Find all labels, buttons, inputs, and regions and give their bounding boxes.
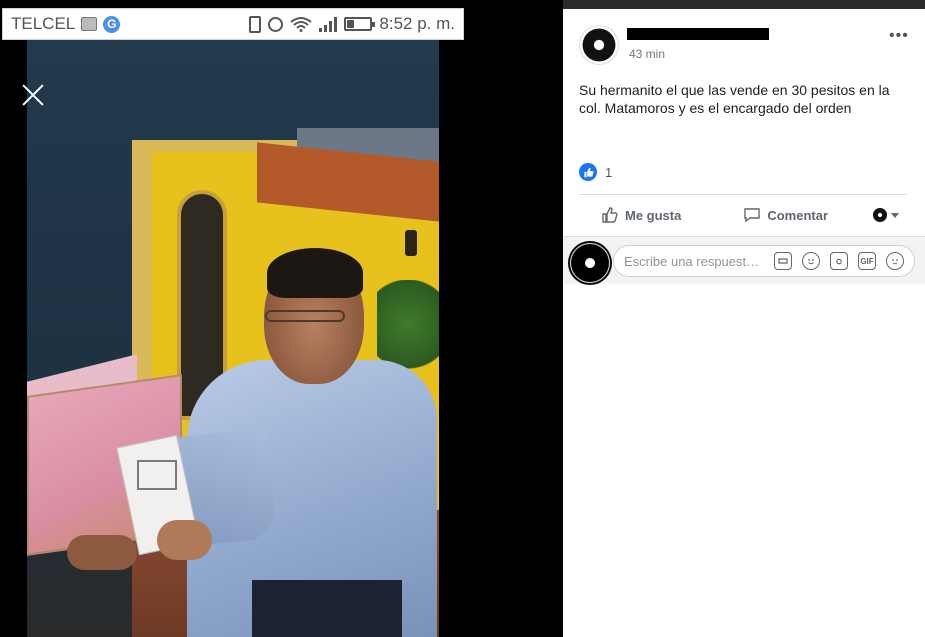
post-actions: Me gusta Comentar	[579, 199, 907, 231]
like-label: Me gusta	[625, 207, 682, 223]
thumbs-up-icon	[602, 207, 618, 223]
comment-placeholder: Escribe una respuest…	[624, 253, 760, 269]
sticker-face-icon[interactable]	[886, 252, 904, 270]
comment-composer: Escribe una respuest… GIF	[563, 236, 925, 285]
author-name-redacted[interactable]	[627, 28, 769, 40]
camera-icon[interactable]	[830, 252, 848, 270]
like-button[interactable]: Me gusta	[601, 206, 681, 224]
close-icon[interactable]	[20, 82, 46, 108]
comment-button[interactable]: Comentar	[743, 206, 828, 224]
reaction-summary[interactable]: 1	[579, 163, 612, 181]
comment-icon	[744, 208, 761, 223]
author-avatar[interactable]	[579, 25, 619, 65]
gif-icon[interactable]: GIF	[858, 252, 876, 270]
phone-status-bar: TELCEL G 8:52 p. m.	[2, 8, 464, 40]
post-timestamp[interactable]: 43 min	[629, 47, 665, 61]
reaction-count: 1	[605, 164, 613, 180]
google-icon: G	[103, 15, 121, 33]
chevron-down-icon	[891, 212, 899, 218]
sticker-icon[interactable]	[774, 252, 792, 270]
wifi-icon	[290, 16, 313, 32]
emoji-icon[interactable]	[802, 252, 820, 270]
profile-avatar-mini	[873, 208, 887, 222]
post-header: 43 min •••	[579, 25, 909, 67]
photo-viewer: TELCEL G 8:52 p. m.	[0, 0, 563, 637]
post-photo[interactable]	[27, 40, 439, 637]
reaction-selector[interactable]	[873, 208, 899, 222]
carrier-label: TELCEL	[11, 14, 76, 33]
clock: 8:52 p. m.	[379, 14, 455, 33]
like-reaction-icon	[579, 163, 597, 181]
image-icon	[81, 17, 98, 31]
comment-input[interactable]: Escribe una respuest… GIF	[613, 245, 915, 277]
post-panel: 43 min ••• Su hermanito el que las vende…	[563, 9, 925, 637]
screen: TELCEL G 8:52 p. m. 43 min ••• Su herman…	[0, 0, 925, 637]
vibrate-icon	[249, 15, 262, 33]
divider	[579, 194, 907, 195]
commenter-avatar[interactable]	[568, 241, 612, 285]
post-text: Su hermanito el que las vende en 30 pesi…	[579, 82, 890, 116]
battery-icon	[344, 17, 376, 31]
signal-icon	[319, 16, 338, 32]
comment-label: Comentar	[767, 207, 829, 223]
alarm-icon	[268, 16, 284, 32]
more-options-icon[interactable]: •••	[889, 28, 909, 44]
